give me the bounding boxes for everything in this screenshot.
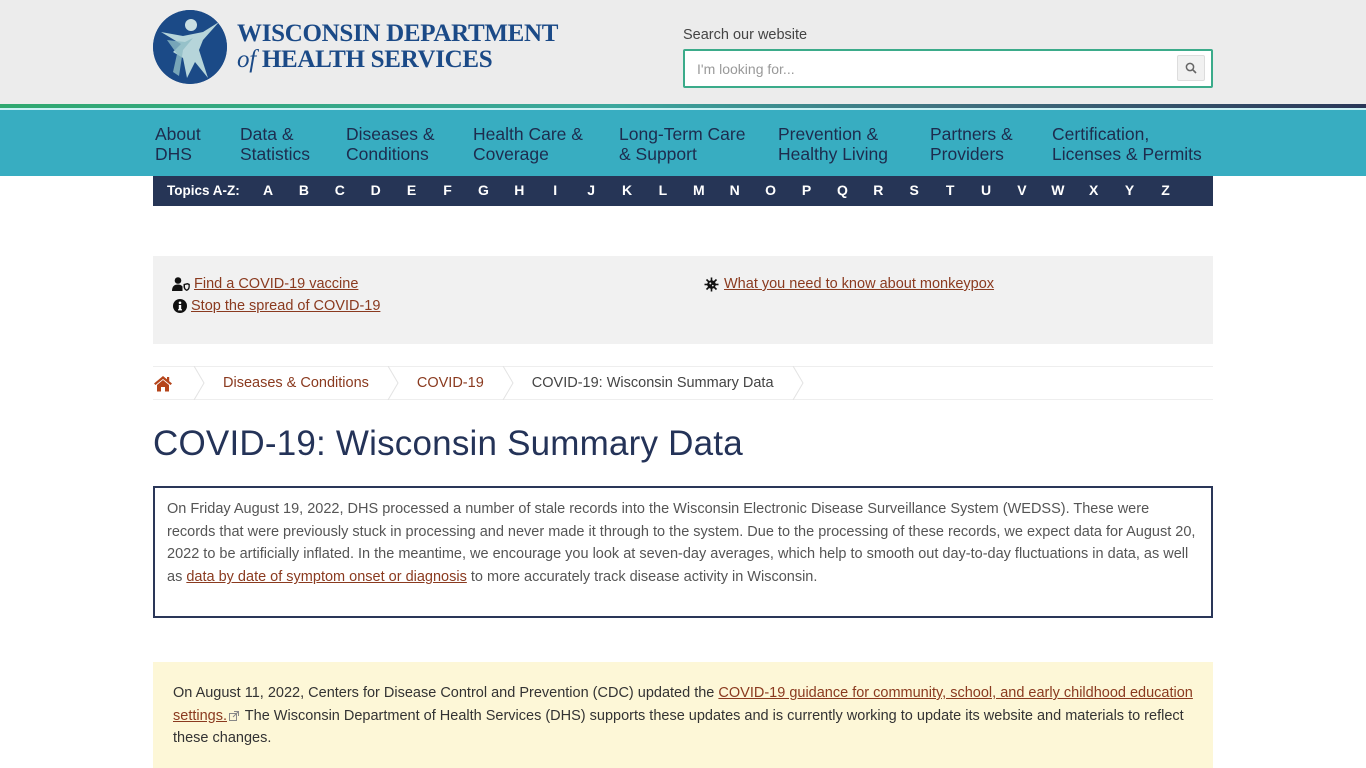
topic-letter-t[interactable]: T <box>940 182 960 198</box>
nav-label: Statistics <box>240 144 311 164</box>
logo-health-services: HEALTH SERVICES <box>261 46 493 73</box>
topic-letter-m[interactable]: M <box>689 182 709 198</box>
topic-letter-u[interactable]: U <box>976 182 996 198</box>
topic-letter-q[interactable]: Q <box>832 182 852 198</box>
alert-stop-spread: Stop the spread of COVID-19 <box>172 298 380 314</box>
breadcrumb-covid-19[interactable]: COVID-19 <box>399 367 502 399</box>
nav-data-statistics[interactable]: Data & Statistics <box>240 124 310 164</box>
nav-label: Data & <box>240 124 294 144</box>
nav-label: DHS <box>155 144 192 164</box>
dhs-seal-icon <box>153 10 227 84</box>
nav-certification-licenses[interactable]: Certification, Licenses & Permits <box>1052 124 1202 164</box>
page-title: COVID-19: Wisconsin Summary Data <box>153 424 743 463</box>
topic-letter-w[interactable]: W <box>1048 182 1068 198</box>
stop-spread-covid-link[interactable]: Stop the spread of COVID-19 <box>191 298 380 314</box>
search-label: Search our website <box>683 27 808 43</box>
nav-label: About <box>155 124 201 144</box>
wedss-notice: On Friday August 19, 2022, DHS processed… <box>153 486 1213 618</box>
dhs-wordmark: WISCONSIN DEPARTMENT of HEALTH SERVICES <box>237 21 558 73</box>
nav-label: Providers <box>930 144 1004 164</box>
nav-label: Healthy Living <box>778 144 888 164</box>
topic-letter-f[interactable]: F <box>438 182 458 198</box>
topic-letter-y[interactable]: Y <box>1120 182 1140 198</box>
site-header: WISCONSIN DEPARTMENT of HEALTH SERVICES … <box>0 0 1366 104</box>
nav-prevention-healthy-living[interactable]: Prevention & Healthy Living <box>778 124 888 164</box>
topic-letter-z[interactable]: Z <box>1156 182 1176 198</box>
topic-letter-p[interactable]: P <box>797 182 817 198</box>
topic-letter-v[interactable]: V <box>1012 182 1032 198</box>
info-circle-icon <box>172 298 187 314</box>
alert-links-box: Find a COVID-19 vaccine Stop the spread … <box>153 256 1213 344</box>
cdc-text-end: The Wisconsin Department of Health Servi… <box>173 707 1184 747</box>
nav-label: Health Care & <box>473 124 583 144</box>
nav-diseases-conditions[interactable]: Diseases & Conditions <box>346 124 435 164</box>
topics-az-label: Topics A-Z: <box>167 183 240 198</box>
breadcrumb-separator <box>502 366 514 400</box>
nav-health-care-coverage[interactable]: Health Care & Coverage <box>473 124 583 164</box>
nav-partners-providers[interactable]: Partners & Providers <box>930 124 1013 164</box>
topic-letter-l[interactable]: L <box>653 182 673 198</box>
search-box <box>683 49 1213 88</box>
nav-label: Licenses & Permits <box>1052 144 1202 164</box>
topic-letter-i[interactable]: I <box>545 182 565 198</box>
breadcrumb-home[interactable] <box>153 367 193 399</box>
breadcrumb-separator <box>387 366 399 400</box>
topic-letter-k[interactable]: K <box>617 182 637 198</box>
breadcrumb-separator <box>792 366 804 400</box>
cdc-guidance-notice: On August 11, 2022, Centers for Disease … <box>153 662 1213 768</box>
logo-of: of <box>237 46 256 73</box>
nav-label: Partners & <box>930 124 1013 144</box>
nav-label: Coverage <box>473 144 549 164</box>
topic-letter-o[interactable]: O <box>761 182 781 198</box>
nav-about-dhs[interactable]: About DHS <box>155 124 201 164</box>
topic-letter-b[interactable]: B <box>294 182 314 198</box>
cdc-text: On August 11, 2022, Centers for Disease … <box>173 685 719 701</box>
breadcrumb-current-label: COVID-19: Wisconsin Summary Data <box>531 375 774 391</box>
monkeypox-link[interactable]: What you need to know about monkeypox <box>724 276 994 292</box>
alert-monkeypox: What you need to know about monkeypox <box>702 276 994 292</box>
search-button[interactable] <box>1177 55 1205 81</box>
nav-label: & Support <box>619 144 697 164</box>
topic-letter-e[interactable]: E <box>402 182 422 198</box>
breadcrumb-link[interactable]: COVID-19 <box>417 375 484 391</box>
breadcrumb-separator <box>193 366 205 400</box>
topic-letter-h[interactable]: H <box>509 182 529 198</box>
home-icon <box>154 375 172 391</box>
breadcrumb-current: COVID-19: Wisconsin Summary Data <box>514 367 792 399</box>
nav-label: Prevention & <box>778 124 879 144</box>
search-input[interactable] <box>697 59 1167 79</box>
breadcrumb-diseases-conditions[interactable]: Diseases & Conditions <box>205 367 387 399</box>
topic-letter-x[interactable]: X <box>1084 182 1104 198</box>
virus-icon <box>702 276 720 292</box>
user-shield-icon <box>172 276 190 292</box>
topic-letter-c[interactable]: C <box>330 182 350 198</box>
alert-vaccine: Find a COVID-19 vaccine <box>172 276 358 292</box>
logo-line2: of HEALTH SERVICES <box>237 47 558 73</box>
nav-long-term-care[interactable]: Long-Term Care & Support <box>619 124 745 164</box>
search-icon <box>1185 62 1197 74</box>
topic-letter-r[interactable]: R <box>868 182 888 198</box>
nav-label: Conditions <box>346 144 429 164</box>
topic-letter-n[interactable]: N <box>725 182 745 198</box>
topic-letter-g[interactable]: G <box>473 182 493 198</box>
breadcrumb-link[interactable]: Diseases & Conditions <box>223 375 369 391</box>
topic-letter-d[interactable]: D <box>366 182 386 198</box>
main-navigation: About DHS Data & Statistics Diseases & Cond… <box>0 110 1366 176</box>
topic-letter-a[interactable]: A <box>258 182 278 198</box>
dhs-logo[interactable]: WISCONSIN DEPARTMENT of HEALTH SERVICES <box>153 10 558 84</box>
topic-letter-s[interactable]: S <box>904 182 924 198</box>
topic-letter-j[interactable]: J <box>581 182 601 198</box>
find-covid-vaccine-link[interactable]: Find a COVID-19 vaccine <box>194 276 358 292</box>
nav-label: Long-Term Care <box>619 124 746 144</box>
notice-text-end: to more accurately track disease activit… <box>466 569 818 586</box>
breadcrumb: Diseases & Conditions COVID-19 COVID-19:… <box>153 366 1213 400</box>
topics-az-bar: Topics A-Z: ABCDEFGHIJKLMNOPQRSTUVWXYZ <box>153 176 1213 206</box>
external-link-icon <box>229 710 239 721</box>
symptom-onset-data-link[interactable]: data by date of symptom onset or diagnos… <box>186 569 467 585</box>
nav-label: Certification, <box>1052 124 1150 144</box>
nav-label: Diseases & <box>346 124 435 144</box>
logo-line1: WISCONSIN DEPARTMENT <box>237 20 559 47</box>
